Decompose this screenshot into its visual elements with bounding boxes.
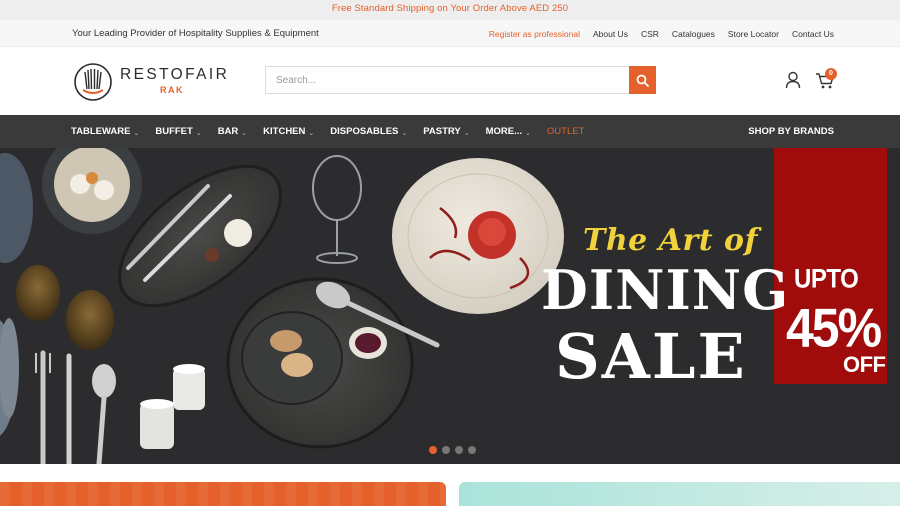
nav-disposables[interactable]: DISPOSABLES ⌄ (330, 126, 407, 137)
contact-link[interactable]: Contact Us (792, 29, 834, 39)
headline-art-of: The Art of (583, 223, 758, 258)
carousel-dot-2[interactable] (442, 446, 450, 454)
nav-kitchen[interactable]: KITCHEN ⌄ (263, 126, 314, 137)
headline-sale: SALE (555, 320, 747, 393)
nav-label: TABLEWARE (71, 126, 131, 137)
about-link[interactable]: About Us (593, 29, 628, 39)
nav-label: BAR (217, 126, 239, 137)
tagline: Your Leading Provider of Hospitality Sup… (72, 28, 319, 39)
badge-percent: 45% (786, 297, 882, 359)
carousel-dot-1[interactable] (429, 446, 437, 454)
user-icon[interactable] (785, 71, 801, 89)
csr-link[interactable]: CSR (641, 29, 659, 39)
top-links: Register as professional About Us CSR Ca… (489, 20, 834, 47)
promo-text: Free Standard Shipping on Your Order Abo… (331, 3, 569, 14)
chevron-down-icon: ⌄ (463, 129, 470, 137)
card-pattern (0, 482, 446, 506)
register-link[interactable]: Register as professional (489, 29, 580, 39)
logo[interactable]: RESTOFAIR RAK (73, 60, 233, 102)
search-bar (265, 66, 656, 94)
nav-label: MORE... (485, 126, 523, 137)
nav-label: KITCHEN (263, 126, 306, 137)
nav-label: PASTRY (423, 126, 461, 137)
logo-subtitle: RAK (160, 85, 184, 95)
chevron-down-icon: ⌄ (195, 129, 202, 137)
chevron-down-icon: ⌄ (525, 129, 531, 137)
store-locator-link[interactable]: Store Locator (728, 29, 779, 39)
nav-outlet[interactable]: OUTLET (547, 126, 584, 137)
badge-off: OFF (843, 352, 886, 377)
logo-name: RESTOFAIR (120, 66, 230, 83)
search-input[interactable] (266, 67, 630, 93)
chevron-down-icon: ⌄ (308, 129, 315, 137)
nav-buffet[interactable]: BUFFET ⌄ (155, 126, 201, 137)
main-nav: TABLEWARE ⌄ BUFFET ⌄ BAR ⌄ KITCHEN ⌄ DISPOSA… (0, 115, 900, 148)
search-button[interactable] (629, 66, 656, 94)
headline-dining: DINING (541, 258, 790, 322)
nav-label: BUFFET (155, 126, 193, 137)
promo-card-right[interactable] (459, 482, 900, 506)
header: RESTOFAIR RAK 0 (0, 47, 900, 115)
cart-count-badge: 0 (825, 68, 837, 80)
chevron-down-icon: ⌄ (133, 129, 140, 137)
promo-card-left[interactable] (0, 482, 446, 506)
search-icon (636, 74, 649, 87)
nav-tableware[interactable]: TABLEWARE ⌄ (71, 126, 139, 137)
nav-more[interactable]: MORE... ⌄ (486, 126, 531, 137)
nav-bar[interactable]: BAR ⌄ (218, 126, 247, 137)
carousel-dots (429, 446, 476, 454)
chevron-down-icon: ⌄ (401, 129, 408, 137)
top-bar: Your Leading Provider of Hospitality Sup… (0, 20, 900, 47)
shop-by-brands-link[interactable]: SHOP BY BRANDS (748, 115, 834, 148)
nav-label: DISPOSABLES (330, 126, 399, 137)
chevron-down-icon: ⌄ (241, 129, 248, 137)
catalogues-link[interactable]: Catalogues (672, 29, 715, 39)
carousel-dot-4[interactable] (468, 446, 476, 454)
carousel-dot-3[interactable] (455, 446, 463, 454)
badge-upto: UPTO (794, 264, 859, 295)
logo-icon (74, 63, 112, 101)
nav-pastry[interactable]: PASTRY ⌄ (423, 126, 469, 137)
promo-bar: Free Standard Shipping on Your Order Abo… (0, 0, 900, 20)
